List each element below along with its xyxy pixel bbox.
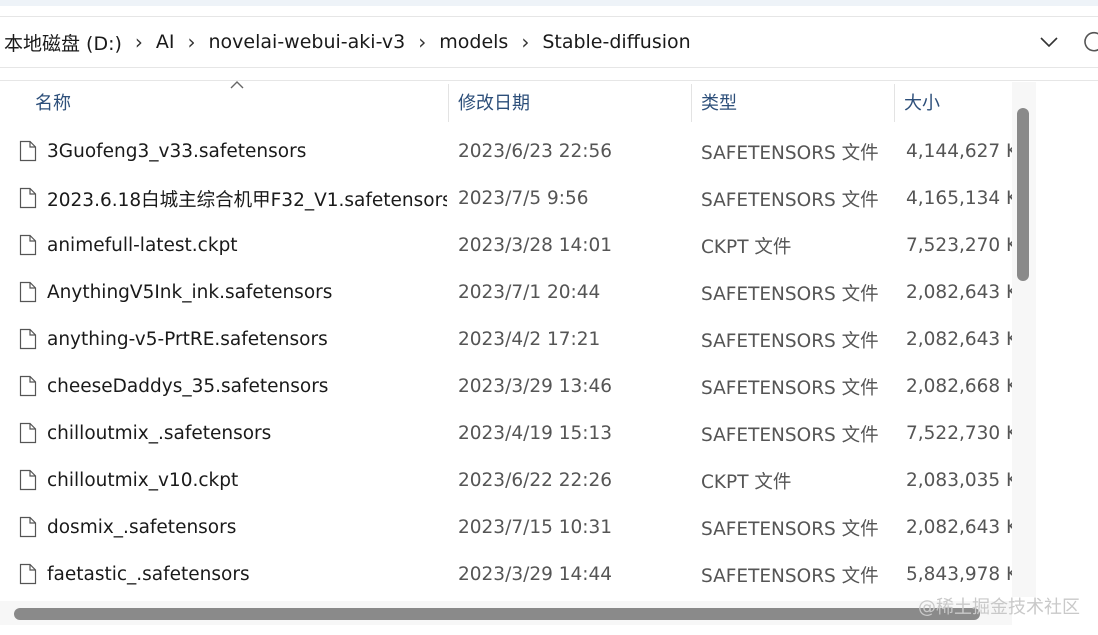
breadcrumb-item-models[interactable]: models xyxy=(439,31,508,53)
vertical-scrollbar-thumb[interactable] xyxy=(1017,108,1029,281)
file-icon xyxy=(19,234,37,256)
file-size: 4,144,627 KB xyxy=(906,141,1012,162)
watermark: @稀土掘金技术社区 xyxy=(918,597,1080,618)
column-divider[interactable] xyxy=(894,84,895,122)
file-type: SAFETENSORS 文件 xyxy=(701,189,879,211)
file-date: 2023/7/5 9:56 xyxy=(458,188,589,209)
column-header-date[interactable]: 修改日期 xyxy=(458,82,530,122)
file-icon xyxy=(19,375,37,397)
file-icon xyxy=(19,328,37,350)
file-icon xyxy=(19,140,37,162)
file-name: AnythingV5Ink_ink.safetensors xyxy=(47,282,333,303)
file-row[interactable]: 3Guofeng3_v33.safetensors 2023/6/23 22:5… xyxy=(0,128,1012,175)
column-divider[interactable] xyxy=(448,84,449,122)
file-type: SAFETENSORS 文件 xyxy=(701,518,879,540)
file-size: 7,522,730 KB xyxy=(906,423,1012,444)
refresh-button[interactable] xyxy=(1084,29,1098,55)
file-date: 2023/6/23 22:56 xyxy=(458,141,613,162)
file-name: dosmix_.safetensors xyxy=(47,517,237,538)
file-size: 5,843,978 KB xyxy=(906,564,1012,585)
file-name: animefull-latest.ckpt xyxy=(47,235,238,256)
file-name: chilloutmix_v10.ckpt xyxy=(47,470,239,491)
file-size: 7,523,270 KB xyxy=(906,235,1012,256)
file-size: 2,082,643 KB xyxy=(906,282,1012,303)
address-bar[interactable]: 本地磁盘 (D:) › AI › novelai-webui-aki-v3 › … xyxy=(0,16,1098,68)
column-header-type[interactable]: 类型 xyxy=(701,82,737,122)
file-size: 2,082,643 KB xyxy=(906,329,1012,350)
horizontal-scrollbar-thumb[interactable] xyxy=(14,608,980,620)
file-type: SAFETENSORS 文件 xyxy=(701,565,879,587)
file-type: CKPT 文件 xyxy=(701,471,792,493)
file-date: 2023/4/2 17:21 xyxy=(458,329,601,350)
file-explorer-window: 本地磁盘 (D:) › AI › novelai-webui-aki-v3 › … xyxy=(0,0,1098,635)
file-name: chilloutmix_.safetensors xyxy=(47,423,272,444)
breadcrumb-separator-icon[interactable]: › xyxy=(508,30,542,54)
column-divider[interactable] xyxy=(691,84,692,122)
file-name: faetastic_.safetensors xyxy=(47,564,250,585)
header-divider xyxy=(0,80,1098,81)
file-type: SAFETENSORS 文件 xyxy=(701,424,879,446)
file-icon xyxy=(19,187,37,209)
file-type: SAFETENSORS 文件 xyxy=(701,377,879,399)
file-name: 3Guofeng3_v33.safetensors xyxy=(47,141,307,162)
file-row[interactable]: chilloutmix_v10.ckpt 2023/6/22 22:26 CKP… xyxy=(0,457,1012,504)
breadcrumb-item-drive[interactable]: 本地磁盘 (D:) xyxy=(4,29,122,56)
breadcrumb-item-stable-diffusion[interactable]: Stable-diffusion xyxy=(542,31,690,53)
address-history-dropdown-button[interactable] xyxy=(1036,27,1062,57)
file-icon xyxy=(19,563,37,585)
file-date: 2023/7/15 10:31 xyxy=(458,517,613,538)
file-row[interactable]: 2023.6.18白城主综合机甲F32_V1.safetensors 2023/… xyxy=(0,175,1012,222)
file-date: 2023/4/19 15:13 xyxy=(458,423,613,444)
file-icon xyxy=(19,422,37,444)
breadcrumb-separator-icon[interactable]: › xyxy=(405,30,439,54)
breadcrumb-item-ai[interactable]: AI xyxy=(156,31,175,53)
file-row[interactable]: AnythingV5Ink_ink.safetensors 2023/7/1 2… xyxy=(0,269,1012,316)
file-icon xyxy=(19,281,37,303)
file-date: 2023/3/29 14:44 xyxy=(458,564,613,585)
file-type: CKPT 文件 xyxy=(701,236,792,258)
column-header-name[interactable]: 名称 xyxy=(35,82,71,122)
file-icon xyxy=(19,516,37,538)
file-name: anything-v5-PrtRE.safetensors xyxy=(47,329,328,350)
file-date: 2023/6/22 22:26 xyxy=(458,470,613,491)
file-row[interactable]: anything-v5-PrtRE.safetensors 2023/4/2 1… xyxy=(0,316,1012,363)
file-size: 2,082,668 KB xyxy=(906,376,1012,397)
file-row[interactable]: cheeseDaddys_35.safetensors 2023/3/29 13… xyxy=(0,363,1012,410)
file-row[interactable]: chilloutmix_.safetensors 2023/4/19 15:13… xyxy=(0,410,1012,457)
chevron-down-icon xyxy=(1040,37,1058,47)
file-name: 2023.6.18白城主综合机甲F32_V1.safetensors xyxy=(47,189,447,211)
file-size: 4,165,134 KB xyxy=(906,188,1012,209)
file-row[interactable]: faetastic_.safetensors 2023/3/29 14:44 S… xyxy=(0,551,1012,598)
file-size: 2,083,035 KB xyxy=(906,470,1012,491)
title-strip xyxy=(0,0,1098,6)
file-row[interactable]: animefull-latest.ckpt 2023/3/28 14:01 CK… xyxy=(0,222,1012,269)
file-date: 2023/3/29 13:46 xyxy=(458,376,613,397)
sort-ascending-icon xyxy=(230,81,244,89)
file-type: SAFETENSORS 文件 xyxy=(701,142,879,164)
breadcrumb-item-webui[interactable]: novelai-webui-aki-v3 xyxy=(209,31,406,53)
file-date: 2023/3/28 14:01 xyxy=(458,235,613,256)
file-size: 2,082,643 KB xyxy=(906,517,1012,538)
file-name: cheeseDaddys_35.safetensors xyxy=(47,376,329,397)
file-type: SAFETENSORS 文件 xyxy=(701,283,879,305)
refresh-icon xyxy=(1084,31,1098,52)
breadcrumb-separator-icon[interactable]: › xyxy=(175,30,209,54)
column-header-size[interactable]: 大小 xyxy=(904,82,940,122)
file-row[interactable]: dosmix_.safetensors 2023/7/15 10:31 SAFE… xyxy=(0,504,1012,551)
breadcrumb-separator-icon[interactable]: › xyxy=(122,30,156,54)
file-icon xyxy=(19,469,37,491)
breadcrumb: 本地磁盘 (D:) › AI › novelai-webui-aki-v3 › … xyxy=(0,17,691,67)
file-date: 2023/7/1 20:44 xyxy=(458,282,601,303)
file-type: SAFETENSORS 文件 xyxy=(701,330,879,352)
